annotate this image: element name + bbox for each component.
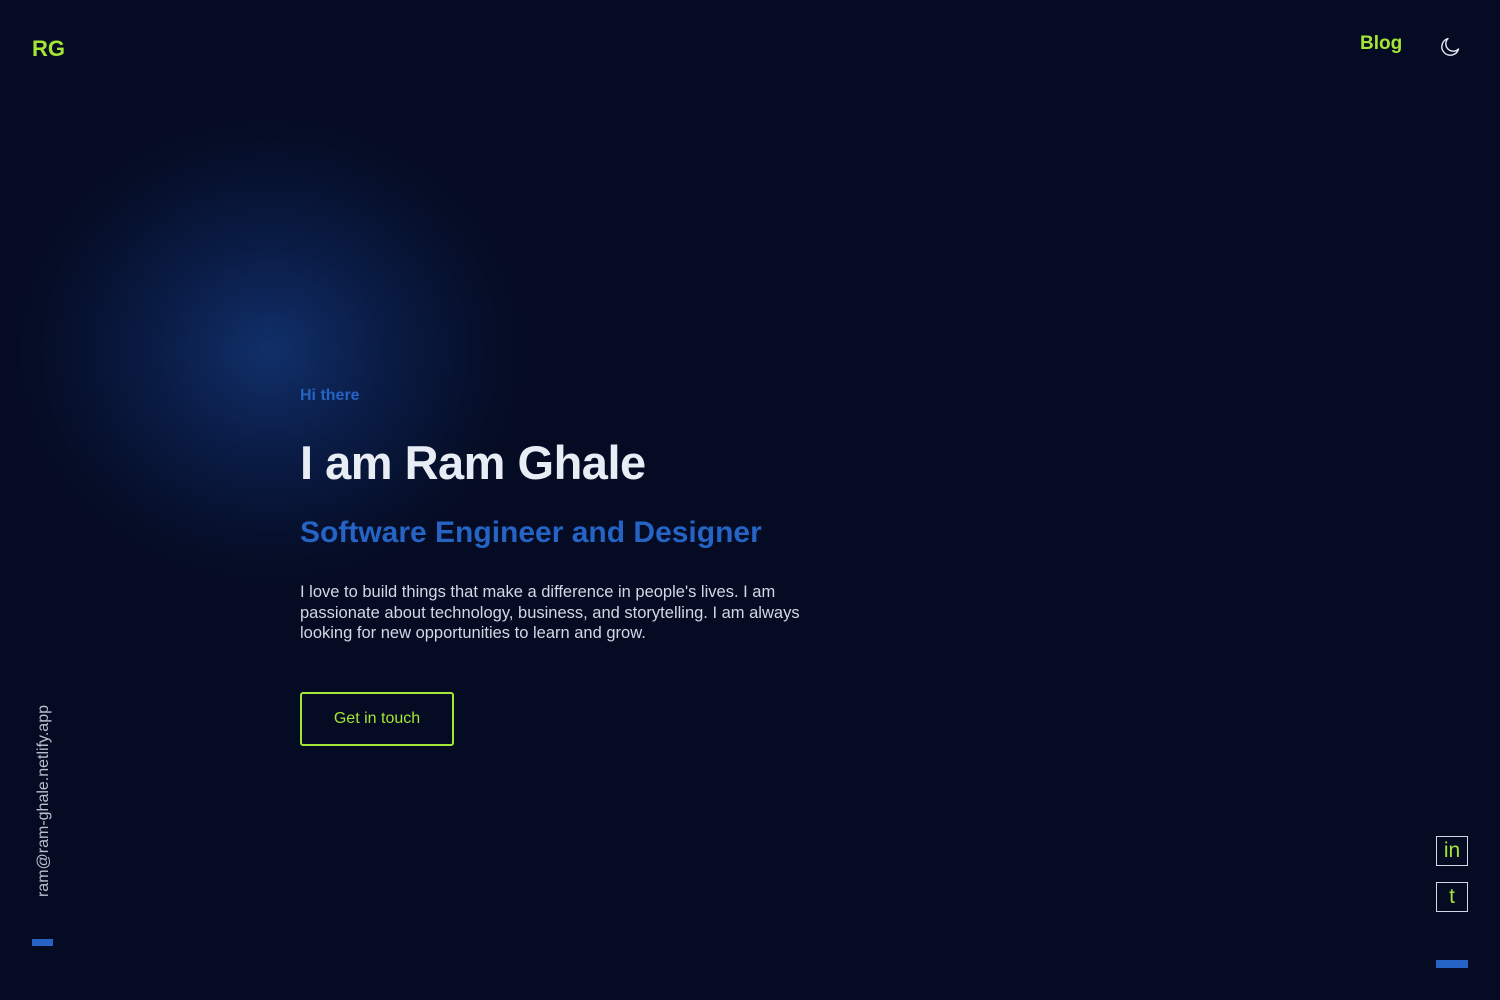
theme-toggle-button[interactable] [1437,34,1463,60]
left-sidebar-line [32,939,53,946]
get-in-touch-button[interactable]: Get in touch [300,692,454,746]
hero-role-heading: Software Engineer and Designer [300,516,762,549]
background-glow [20,120,520,580]
nav-blog-link[interactable]: Blog [1360,33,1402,55]
hero-bio: I love to build things that make a diffe… [300,583,800,642]
moon-icon [1441,37,1460,56]
hero-name-heading: I am Ram Ghale [300,436,646,489]
email-link[interactable]: ram@ram-ghale.netlify.app [35,705,53,897]
linkedin-icon[interactable]: in [1436,836,1468,866]
logo-link[interactable]: RG [32,36,65,62]
hero-greeting: Hi there [300,387,360,404]
right-sidebar-line [1436,960,1468,968]
page: RG Blog Hi there I am Ram Ghale Software… [0,0,1500,1000]
twitter-icon[interactable]: t [1436,882,1468,912]
